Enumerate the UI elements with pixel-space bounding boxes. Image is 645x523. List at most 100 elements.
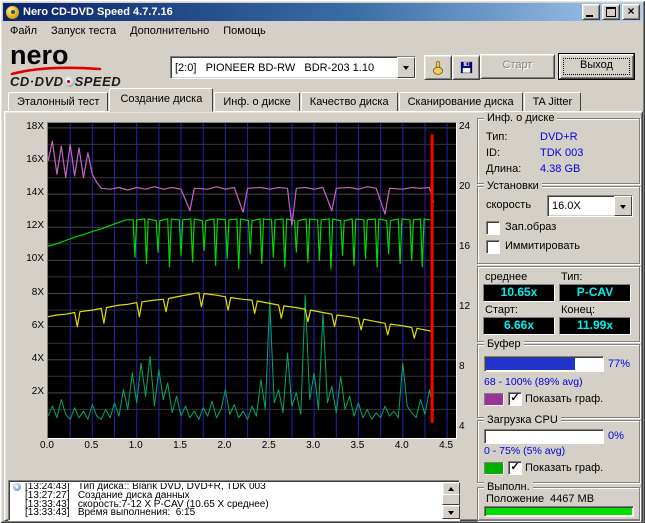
simulate-label: Иммитировать [505, 240, 580, 252]
tab-disc-quality[interactable]: Качество диска [300, 92, 398, 112]
nero-logo: nero CD·DVD SPEED [10, 42, 160, 90]
cpu-title: Загрузка CPU [484, 414, 561, 427]
tab-benchmark[interactable]: Эталонный тест [8, 92, 109, 112]
cpu-progressbar [484, 429, 604, 444]
y-axis-right-label: 20 [459, 181, 471, 192]
tab-strip: Эталонный тест Создание диска Инф. о диске… [8, 88, 582, 112]
progress-group: Выполн. Положение 4467 MB [477, 481, 640, 521]
x-axis-label: 4.5 [439, 440, 454, 451]
position-label: Положение [486, 493, 545, 505]
logo-disc-icon [63, 76, 75, 87]
log-icon-spacer [12, 492, 25, 500]
end-speed-label: Конец: [561, 304, 596, 316]
record-image-checkbox[interactable] [486, 221, 500, 235]
speed-select[interactable]: 16.0X [547, 195, 633, 217]
log-rows: [13:24:43] Тип диска:: Blank DVD, DVD+R,… [12, 483, 441, 519]
drive-selector-dropdown-button[interactable] [397, 57, 415, 78]
app-icon [6, 5, 19, 19]
x-axis-label: 0.5 [84, 440, 99, 451]
y-axis-right-label: 4 [459, 421, 465, 432]
disc-type-label: Тип: [486, 131, 508, 143]
logo-cd-dvd: CD·DVD [10, 74, 64, 89]
tab-scan-disc[interactable]: Сканирование диска [398, 92, 523, 112]
save-button[interactable] [452, 55, 480, 80]
cpu-show-graph-checkbox[interactable]: ✓ [508, 461, 522, 475]
chevron-down-icon [403, 66, 409, 73]
menu-item-file[interactable]: Файл [3, 23, 44, 39]
y-axis-left-label: 14X [26, 187, 44, 199]
log-scrollbar[interactable] [442, 482, 460, 519]
settings-group: Установки скорость 16.0X Зап.образ Иммит… [477, 180, 640, 264]
start-speed-value: 6.66x [483, 317, 555, 335]
y-axis-right-label: 12 [459, 301, 471, 312]
position-progress-fill [486, 508, 632, 515]
window-title: Nero CD-DVD Speed 4.7.7.16 [23, 6, 173, 18]
y-axis-left-label: 8X [31, 286, 44, 298]
disc-length-label: Длина: [486, 163, 522, 175]
disc-type-value: DVD+R [540, 131, 578, 143]
y-axis-left-label: 18X [26, 120, 44, 132]
x-axis-label: 1.5 [173, 440, 187, 451]
average-label: среднее [485, 271, 528, 283]
menu-item-extra[interactable]: Дополнительно [123, 23, 216, 39]
buffer-progress-fill [486, 358, 575, 370]
maximize-icon [606, 7, 616, 17]
y-axis-left-label: 12X [26, 220, 44, 232]
log-text: [13:33:43] Время выполнения: 6:15 [25, 507, 196, 519]
simulate-checkbox[interactable] [486, 240, 500, 254]
buffer-show-graph-checkbox[interactable]: ✓ [508, 392, 522, 406]
tab-ta-jitter[interactable]: TA Jitter [523, 92, 582, 112]
minimize-button[interactable] [582, 4, 600, 20]
title-bar[interactable]: Nero CD-DVD Speed 4.7.7.16 × [3, 3, 642, 21]
disc-info-group: Инф. о диске Тип: DVD+R ID: TDK 003 Длин… [477, 112, 640, 184]
x-axis-label: 4.0 [394, 440, 409, 451]
maximize-button[interactable] [602, 4, 620, 20]
type-label: Тип: [561, 271, 583, 283]
close-button[interactable]: × [622, 4, 640, 20]
chevron-down-icon [620, 204, 626, 212]
disc-id-value: TDK 003 [540, 147, 584, 159]
hand-button[interactable] [424, 55, 452, 80]
exit-button[interactable]: Выход [558, 53, 635, 80]
cpu-color-swatch [484, 462, 504, 475]
y-axis-left-label: 4X [31, 352, 44, 364]
y-axis-right-label: 16 [459, 241, 471, 252]
y-axis-left-label: 6X [31, 319, 44, 331]
chart-svg [48, 123, 456, 438]
logo-speed: SPEED [74, 74, 122, 89]
buffer-group: Буфер 77% 68 - 100% (89% avg) ✓ Показать… [477, 338, 640, 418]
scroll-thumb[interactable] [442, 494, 460, 505]
buffer-title: Буфер [484, 338, 524, 351]
disc-id-label: ID: [486, 147, 501, 159]
scroll-down-button[interactable] [442, 505, 460, 519]
tab-disc-info[interactable]: Инф. о диске [214, 92, 300, 112]
minimize-icon [586, 15, 593, 17]
log-panel: [13:24:43] Тип диска:: Blank DVD, DVD+R,… [8, 480, 460, 521]
buffer-range-text: 68 - 100% (89% avg) [484, 376, 583, 388]
start-button: Старт [480, 54, 555, 79]
tab-create-disc[interactable]: Создание диска [109, 88, 214, 112]
menu-item-help[interactable]: Помощь [216, 23, 273, 39]
x-axis-label: 0.0 [40, 440, 54, 451]
save-icon [460, 61, 472, 74]
cpu-show-graph-label: Показать граф. [525, 462, 604, 474]
position-progressbar [484, 506, 634, 517]
buffer-percent: 77% [608, 358, 631, 370]
close-icon: × [627, 4, 635, 18]
speed-select-dropdown-button[interactable] [614, 196, 632, 216]
disc-icon [12, 483, 25, 491]
log-icon-spacer [12, 501, 25, 509]
end-speed-value: 11.99x [559, 317, 631, 335]
cpu-percent: 0% [608, 430, 624, 442]
x-axis-label: 1.0 [128, 440, 143, 451]
y-axis-right-label: 24 [459, 121, 471, 132]
drive-selector[interactable]: [2:0] PIONEER BD-RW BDR-203 1.10 [170, 56, 416, 79]
y-axis-left-label: 10X [26, 253, 44, 265]
chart-plot [47, 122, 457, 439]
start-speed-label: Старт: [485, 304, 518, 316]
x-axis-label: 2.0 [217, 440, 232, 451]
logo-product-text: CD·DVD SPEED [10, 74, 121, 89]
menu-item-run-test[interactable]: Запуск теста [44, 23, 123, 39]
speed-type-value: P-CAV [559, 284, 631, 302]
speed-select-value: 16.0X [552, 200, 581, 212]
